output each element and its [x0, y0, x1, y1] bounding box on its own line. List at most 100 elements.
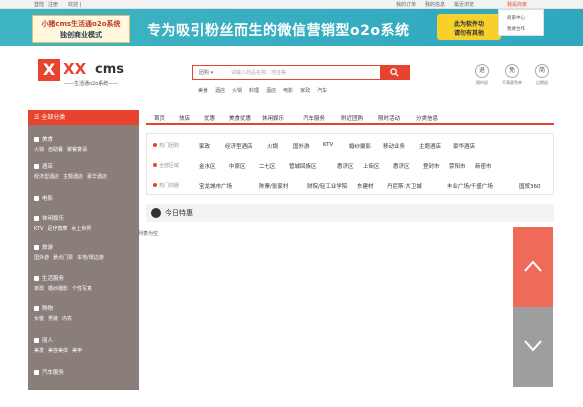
sidebar-category[interactable]: 购物女装 男装 内衣: [34, 304, 76, 322]
merchant-link[interactable]: 我是商家: [507, 1, 527, 8]
sidebar-category-title[interactable]: 美食: [34, 135, 91, 143]
sidebar-subcategory[interactable]: 经济型酒店: [34, 174, 59, 180]
filter-option[interactable]: 经济型酒店: [225, 142, 253, 150]
filter-option[interactable]: 豪华酒店: [453, 142, 475, 150]
login-link[interactable]: 登陆: [34, 1, 44, 8]
filter-option[interactable]: 丹尼斯·大卫城: [387, 182, 422, 190]
filter-option[interactable]: 主题酒店: [419, 142, 441, 150]
nav-item[interactable]: 美食优惠: [229, 114, 251, 122]
sidebar-subcategory[interactable]: 水上世界: [71, 226, 91, 232]
sidebar-subcategory[interactable]: 自助餐: [48, 147, 63, 153]
register-link[interactable]: 注册: [48, 1, 58, 8]
my-info-link[interactable]: 我的信息: [425, 1, 445, 8]
nav-item[interactable]: 休闲娱乐: [262, 114, 284, 122]
filter-option[interactable]: 登封市: [423, 162, 440, 170]
my-orders-link[interactable]: 我的订单: [396, 1, 416, 8]
sidebar-subcategory[interactable]: 美甲: [72, 348, 82, 354]
sidebar-subcategory[interactable]: 足疗按摩: [47, 226, 67, 232]
sidebar-category[interactable]: 美食火锅 自助餐 聚餐宴请: [34, 135, 91, 153]
filter-option[interactable]: 中原区: [229, 162, 246, 170]
sidebar-category[interactable]: 休闲娱乐 KTV 足疗按摩 水上世界: [34, 214, 95, 232]
sidebar-subcategory[interactable]: 女装: [34, 316, 44, 322]
filter-option[interactable]: 金水区: [199, 162, 216, 170]
search-input[interactable]: 请输入商品名称、地址等: [231, 69, 286, 76]
filter-option[interactable]: 上街区: [363, 162, 380, 170]
sidebar-subcategory[interactable]: 美发: [34, 348, 44, 354]
hot-keyword[interactable]: 火锅: [232, 88, 242, 94]
hot-keyword[interactable]: 料理: [249, 88, 259, 94]
filter-option[interactable]: KTV: [323, 142, 333, 148]
sidebar-subcategory[interactable]: 美容美体: [48, 348, 68, 354]
sidebar-category-title[interactable]: 电影: [34, 194, 53, 202]
hot-keyword[interactable]: 家政: [300, 88, 310, 94]
filter-option[interactable]: 宝龙城市广场: [199, 182, 232, 190]
nav-item[interactable]: 限时活动: [378, 114, 400, 122]
search-category-select[interactable]: 团购 ▾: [199, 69, 213, 76]
hot-keyword[interactable]: 电影: [283, 88, 293, 94]
scroll-down-button[interactable]: [513, 307, 553, 387]
sidebar-subcategory[interactable]: 豪华酒店: [87, 174, 107, 180]
sidebar-subcategory[interactable]: 家政: [34, 286, 44, 292]
sidebar-category[interactable]: 汽车服务: [34, 368, 64, 376]
hot-keyword[interactable]: 酒店: [215, 88, 225, 94]
filter-option[interactable]: 陈寨/张家村: [259, 182, 288, 190]
sidebar-category-title[interactable]: 丽人: [34, 336, 86, 344]
nav-item[interactable]: 首页: [154, 114, 165, 122]
recent-link[interactable]: 最近浏览: [454, 1, 474, 8]
filter-option[interactable]: 财院/轻工业学院: [307, 182, 347, 190]
banner-right-button[interactable]: 此为软件功 请勿有其他: [437, 14, 501, 40]
promo-banner[interactable]: 小猪cms生活通o2o系统 独创商业模式 专为吸引粉丝而生的微信营销型o2o系统…: [0, 9, 583, 46]
sidebar-category[interactable]: 旅游国外游 景点门票 本地/周边游: [34, 243, 108, 261]
sidebar-category[interactable]: 生活服务家政 婚纱摄影 个性写真: [34, 274, 96, 292]
sidebar-subcategory[interactable]: 婚纱摄影: [48, 286, 68, 292]
site-logo[interactable]: X XX cms ——生活通o2o系统——: [38, 59, 134, 91]
sidebar-subcategory[interactable]: 火锅: [34, 147, 44, 153]
filter-option[interactable]: 惠济区: [393, 162, 410, 170]
banner-right-line2: 请勿有其他: [453, 30, 484, 37]
filter-option[interactable]: 新密市: [475, 162, 492, 170]
filter-option[interactable]: 婚纱摄影: [349, 142, 371, 150]
hot-keyword[interactable]: 美食: [198, 88, 208, 94]
sidebar-subcategory[interactable]: KTV: [34, 226, 43, 232]
filter-option[interactable]: 国外游: [293, 142, 310, 150]
sidebar-category-title[interactable]: 生活服务: [34, 274, 96, 282]
sidebar-subcategory[interactable]: 内衣: [62, 316, 72, 322]
filter-option[interactable]: 家政: [199, 142, 210, 150]
filter-option[interactable]: 移动业务: [383, 142, 405, 150]
sidebar-subcategory[interactable]: 男装: [48, 316, 58, 322]
hot-keyword[interactable]: 酒店: [266, 88, 276, 94]
sidebar-category-title[interactable]: 旅游: [34, 243, 108, 251]
filter-option[interactable]: 国贸360: [519, 182, 541, 190]
sidebar-subcategory[interactable]: 国外游: [34, 255, 49, 261]
sidebar-category[interactable]: 丽人美发 美容美体 美甲: [34, 336, 86, 354]
hot-keyword[interactable]: 汽车: [317, 88, 327, 94]
sidebar-category-title[interactable]: 休闲娱乐: [34, 214, 95, 222]
all-categories-header[interactable]: ☰ 全部分类: [28, 110, 139, 125]
sidebar-category[interactable]: 电影: [34, 194, 53, 202]
dropdown-cooperate[interactable]: 我要合作: [507, 26, 525, 32]
nav-item[interactable]: 附近团购: [341, 114, 363, 122]
scroll-up-button[interactable]: [513, 227, 553, 307]
search-button[interactable]: [380, 65, 410, 80]
filter-option[interactable]: 火锅: [267, 142, 278, 150]
nav-item[interactable]: 分类信息: [416, 114, 438, 122]
sidebar-subcategory[interactable]: 景点门票: [53, 255, 73, 261]
sidebar-subcategory[interactable]: 个性写真: [72, 286, 92, 292]
nav-item[interactable]: 快店: [179, 114, 190, 122]
sidebar-subcategory[interactable]: 主题酒店: [63, 174, 83, 180]
sidebar-category-title[interactable]: 汽车服务: [34, 368, 64, 376]
sidebar-category-title[interactable]: 酒店: [34, 162, 111, 170]
sidebar-subcategory[interactable]: 本地/周边游: [77, 255, 104, 261]
filter-option[interactable]: 东建材: [357, 182, 374, 190]
filter-option[interactable]: 丰业广场/千盛广场: [447, 182, 493, 190]
filter-option[interactable]: 惠济区: [337, 162, 354, 170]
filter-option[interactable]: 荥阳市: [449, 162, 466, 170]
sidebar-category[interactable]: 酒店经济型酒店 主题酒店 豪华酒店: [34, 162, 111, 180]
filter-option[interactable]: 管城回族区: [289, 162, 317, 170]
dropdown-merchant-center[interactable]: 商家中心: [507, 15, 525, 21]
nav-item[interactable]: 汽车服务: [303, 114, 325, 122]
sidebar-category-title[interactable]: 购物: [34, 304, 76, 312]
filter-option[interactable]: 二七区: [259, 162, 276, 170]
nav-item[interactable]: 优惠: [204, 114, 215, 122]
sidebar-subcategory[interactable]: 聚餐宴请: [67, 147, 87, 153]
